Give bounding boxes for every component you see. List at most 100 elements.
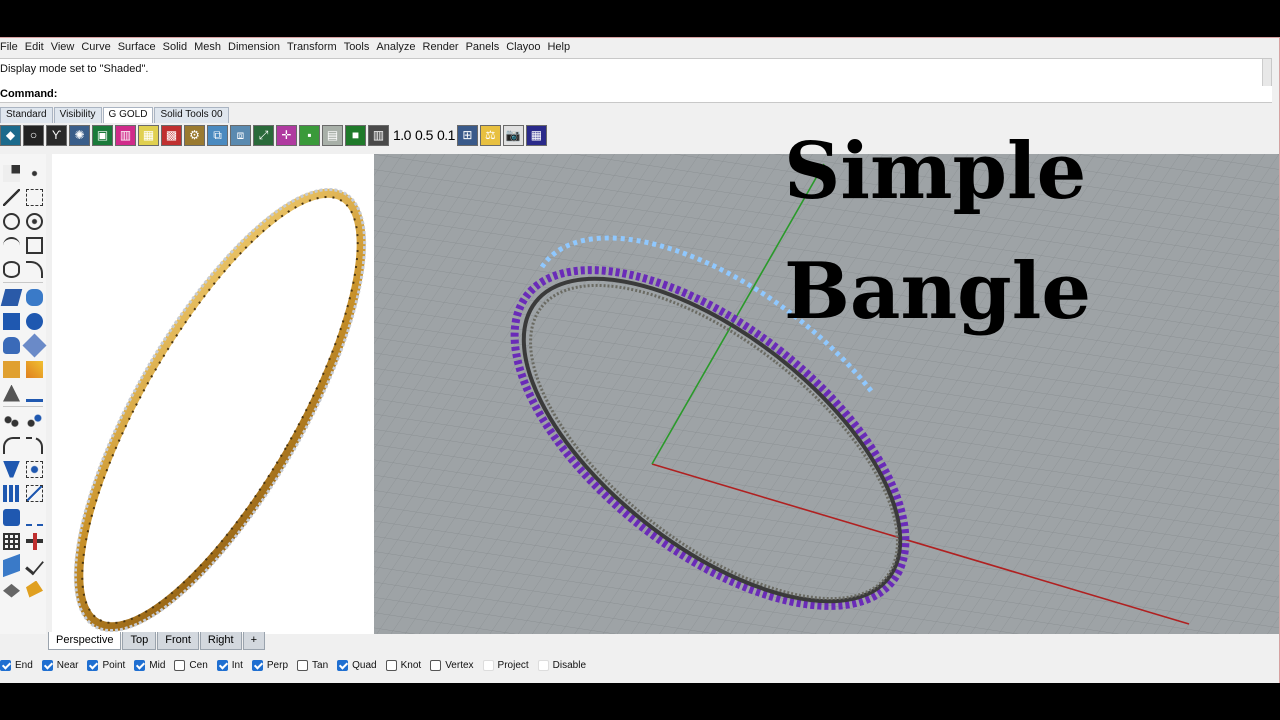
move-icon[interactable] <box>3 360 20 378</box>
box-icon[interactable] <box>3 312 20 330</box>
checkbox-icon[interactable] <box>0 659 11 671</box>
checkbox-icon[interactable] <box>216 659 228 671</box>
line-icon[interactable] <box>3 188 20 206</box>
split-icon[interactable] <box>26 385 43 402</box>
tab-visibility[interactable]: Visibility <box>53 107 102 123</box>
polyline-icon[interactable] <box>26 188 43 206</box>
layer-tool-icon[interactable]: ▦ <box>138 124 159 146</box>
scale-icon[interactable] <box>26 460 43 478</box>
circle-icon[interactable] <box>3 212 20 230</box>
array-icon[interactable] <box>3 484 20 502</box>
material-icon[interactable] <box>3 583 20 598</box>
point-tool-icon[interactable]: ✛ <box>276 124 297 146</box>
menu-edit[interactable]: Edit <box>25 41 50 59</box>
grid-snap-icon[interactable]: ▦ <box>525 124 547 146</box>
osnap-int[interactable]: Int <box>216 659 243 671</box>
loft-icon[interactable] <box>26 288 43 306</box>
checkbox-icon[interactable] <box>385 659 397 671</box>
tab-top[interactable]: Top <box>122 632 157 650</box>
cutter-tool-icon[interactable]: ⚙ <box>184 124 205 146</box>
checkbox-icon[interactable] <box>174 659 186 671</box>
checkbox-icon[interactable] <box>537 659 549 671</box>
menu-surface[interactable]: Surface <box>118 41 162 59</box>
sphere-icon[interactable] <box>26 312 43 330</box>
osnap-project[interactable]: Project <box>482 659 529 671</box>
tab-perspective[interactable]: Perspective <box>48 632 122 650</box>
analyze-icon[interactable] <box>3 553 20 577</box>
boolean-icon[interactable] <box>3 508 20 526</box>
menu-curve[interactable]: Curve <box>81 41 116 59</box>
gold-weight-icon[interactable]: ⚖ <box>479 124 501 146</box>
check-icon[interactable] <box>25 555 44 575</box>
tab-solid-tools[interactable]: Solid Tools 00 <box>154 107 229 123</box>
menu-mesh[interactable]: Mesh <box>194 41 227 59</box>
copy-tool-icon[interactable]: ⧈ <box>230 124 251 146</box>
paint-bucket-icon[interactable] <box>26 580 43 598</box>
pave-tool-icon[interactable]: ✺ <box>69 124 90 146</box>
point-icon[interactable] <box>26 164 43 182</box>
osnap-mid[interactable]: Mid <box>134 659 165 671</box>
cylinder-icon[interactable] <box>3 336 20 354</box>
menu-clayoo[interactable]: Clayoo <box>506 41 546 59</box>
menu-analyze[interactable]: Analyze <box>376 41 421 59</box>
measure-tool-icon[interactable]: ⊞ <box>456 124 478 146</box>
tab-standard[interactable]: Standard <box>0 107 53 123</box>
gumball-icon[interactable] <box>26 532 43 550</box>
mesh-tool-icon[interactable]: ▤ <box>322 124 343 146</box>
menu-transform[interactable]: Transform <box>287 41 343 59</box>
ruler-tool-icon[interactable]: ▥ <box>368 124 389 146</box>
size-0-5[interactable]: 0.5 <box>415 127 433 143</box>
mirror-icon[interactable] <box>26 484 43 502</box>
select-arrow-icon[interactable] <box>3 164 20 182</box>
checkbox-icon[interactable] <box>337 659 349 671</box>
tab-front[interactable]: Front <box>157 632 199 650</box>
menu-render[interactable]: Render <box>423 41 465 59</box>
blend-icon[interactable] <box>26 436 43 454</box>
trim-icon[interactable] <box>3 384 20 402</box>
grid-tool-icon[interactable]: ▩ <box>161 124 182 146</box>
mesh-icon[interactable] <box>22 332 47 358</box>
add-viewport-icon[interactable]: + <box>242 632 266 650</box>
box-tool-icon[interactable]: ▪ <box>299 124 320 146</box>
osnap-cen[interactable]: Cen <box>174 659 208 671</box>
rotate-icon[interactable] <box>26 360 43 378</box>
osnap-near[interactable]: Near <box>41 659 78 671</box>
extrude-icon[interactable] <box>3 460 20 478</box>
osnap-point[interactable]: Point <box>87 659 125 671</box>
checkbox-icon[interactable] <box>297 659 309 671</box>
array-tool-icon[interactable]: ⧉ <box>207 124 228 146</box>
curve-icon[interactable] <box>26 260 43 278</box>
checkbox-icon[interactable] <box>134 659 146 671</box>
size-1-0[interactable]: 1.0 <box>393 127 411 143</box>
circle-center-icon[interactable] <box>26 212 43 230</box>
menu-file[interactable]: File <box>0 41 24 59</box>
solid-tool-icon[interactable]: ■ <box>345 124 366 146</box>
menu-view[interactable]: View <box>51 41 81 59</box>
osnap-quad[interactable]: Quad <box>337 659 377 671</box>
flow-tool-icon[interactable]: ⤢ <box>253 124 274 146</box>
ellipse-icon[interactable] <box>3 260 20 278</box>
explode-icon[interactable] <box>26 412 43 430</box>
surface-icon[interactable] <box>0 288 23 306</box>
section-icon[interactable] <box>26 509 43 526</box>
osnap-disable[interactable]: Disable <box>537 659 586 671</box>
size-0-1[interactable]: 0.1 <box>437 127 455 143</box>
menu-panels[interactable]: Panels <box>466 41 506 59</box>
menu-dimension[interactable]: Dimension <box>228 41 286 59</box>
tab-right[interactable]: Right <box>199 632 242 650</box>
grid-array-icon[interactable] <box>3 532 20 550</box>
prong-tool-icon[interactable]: ϒ <box>46 124 67 146</box>
fillet-icon[interactable] <box>3 436 20 454</box>
ring-tool-icon[interactable]: ○ <box>23 124 44 146</box>
osnap-vertex[interactable]: Vertex <box>430 659 474 671</box>
bezel-tool-icon[interactable]: ▣ <box>92 124 113 146</box>
camera-icon[interactable]: 📷 <box>502 124 524 146</box>
arc-icon[interactable] <box>3 236 20 254</box>
menu-tools[interactable]: Tools <box>344 41 376 59</box>
osnap-tan[interactable]: Tan <box>297 659 328 671</box>
rectangle-icon[interactable] <box>26 236 43 254</box>
checkbox-icon[interactable] <box>482 659 494 671</box>
osnap-perp[interactable]: Perp <box>251 659 288 671</box>
checkbox-icon[interactable] <box>87 659 99 671</box>
tab-g-gold[interactable]: G GOLD <box>102 107 154 123</box>
